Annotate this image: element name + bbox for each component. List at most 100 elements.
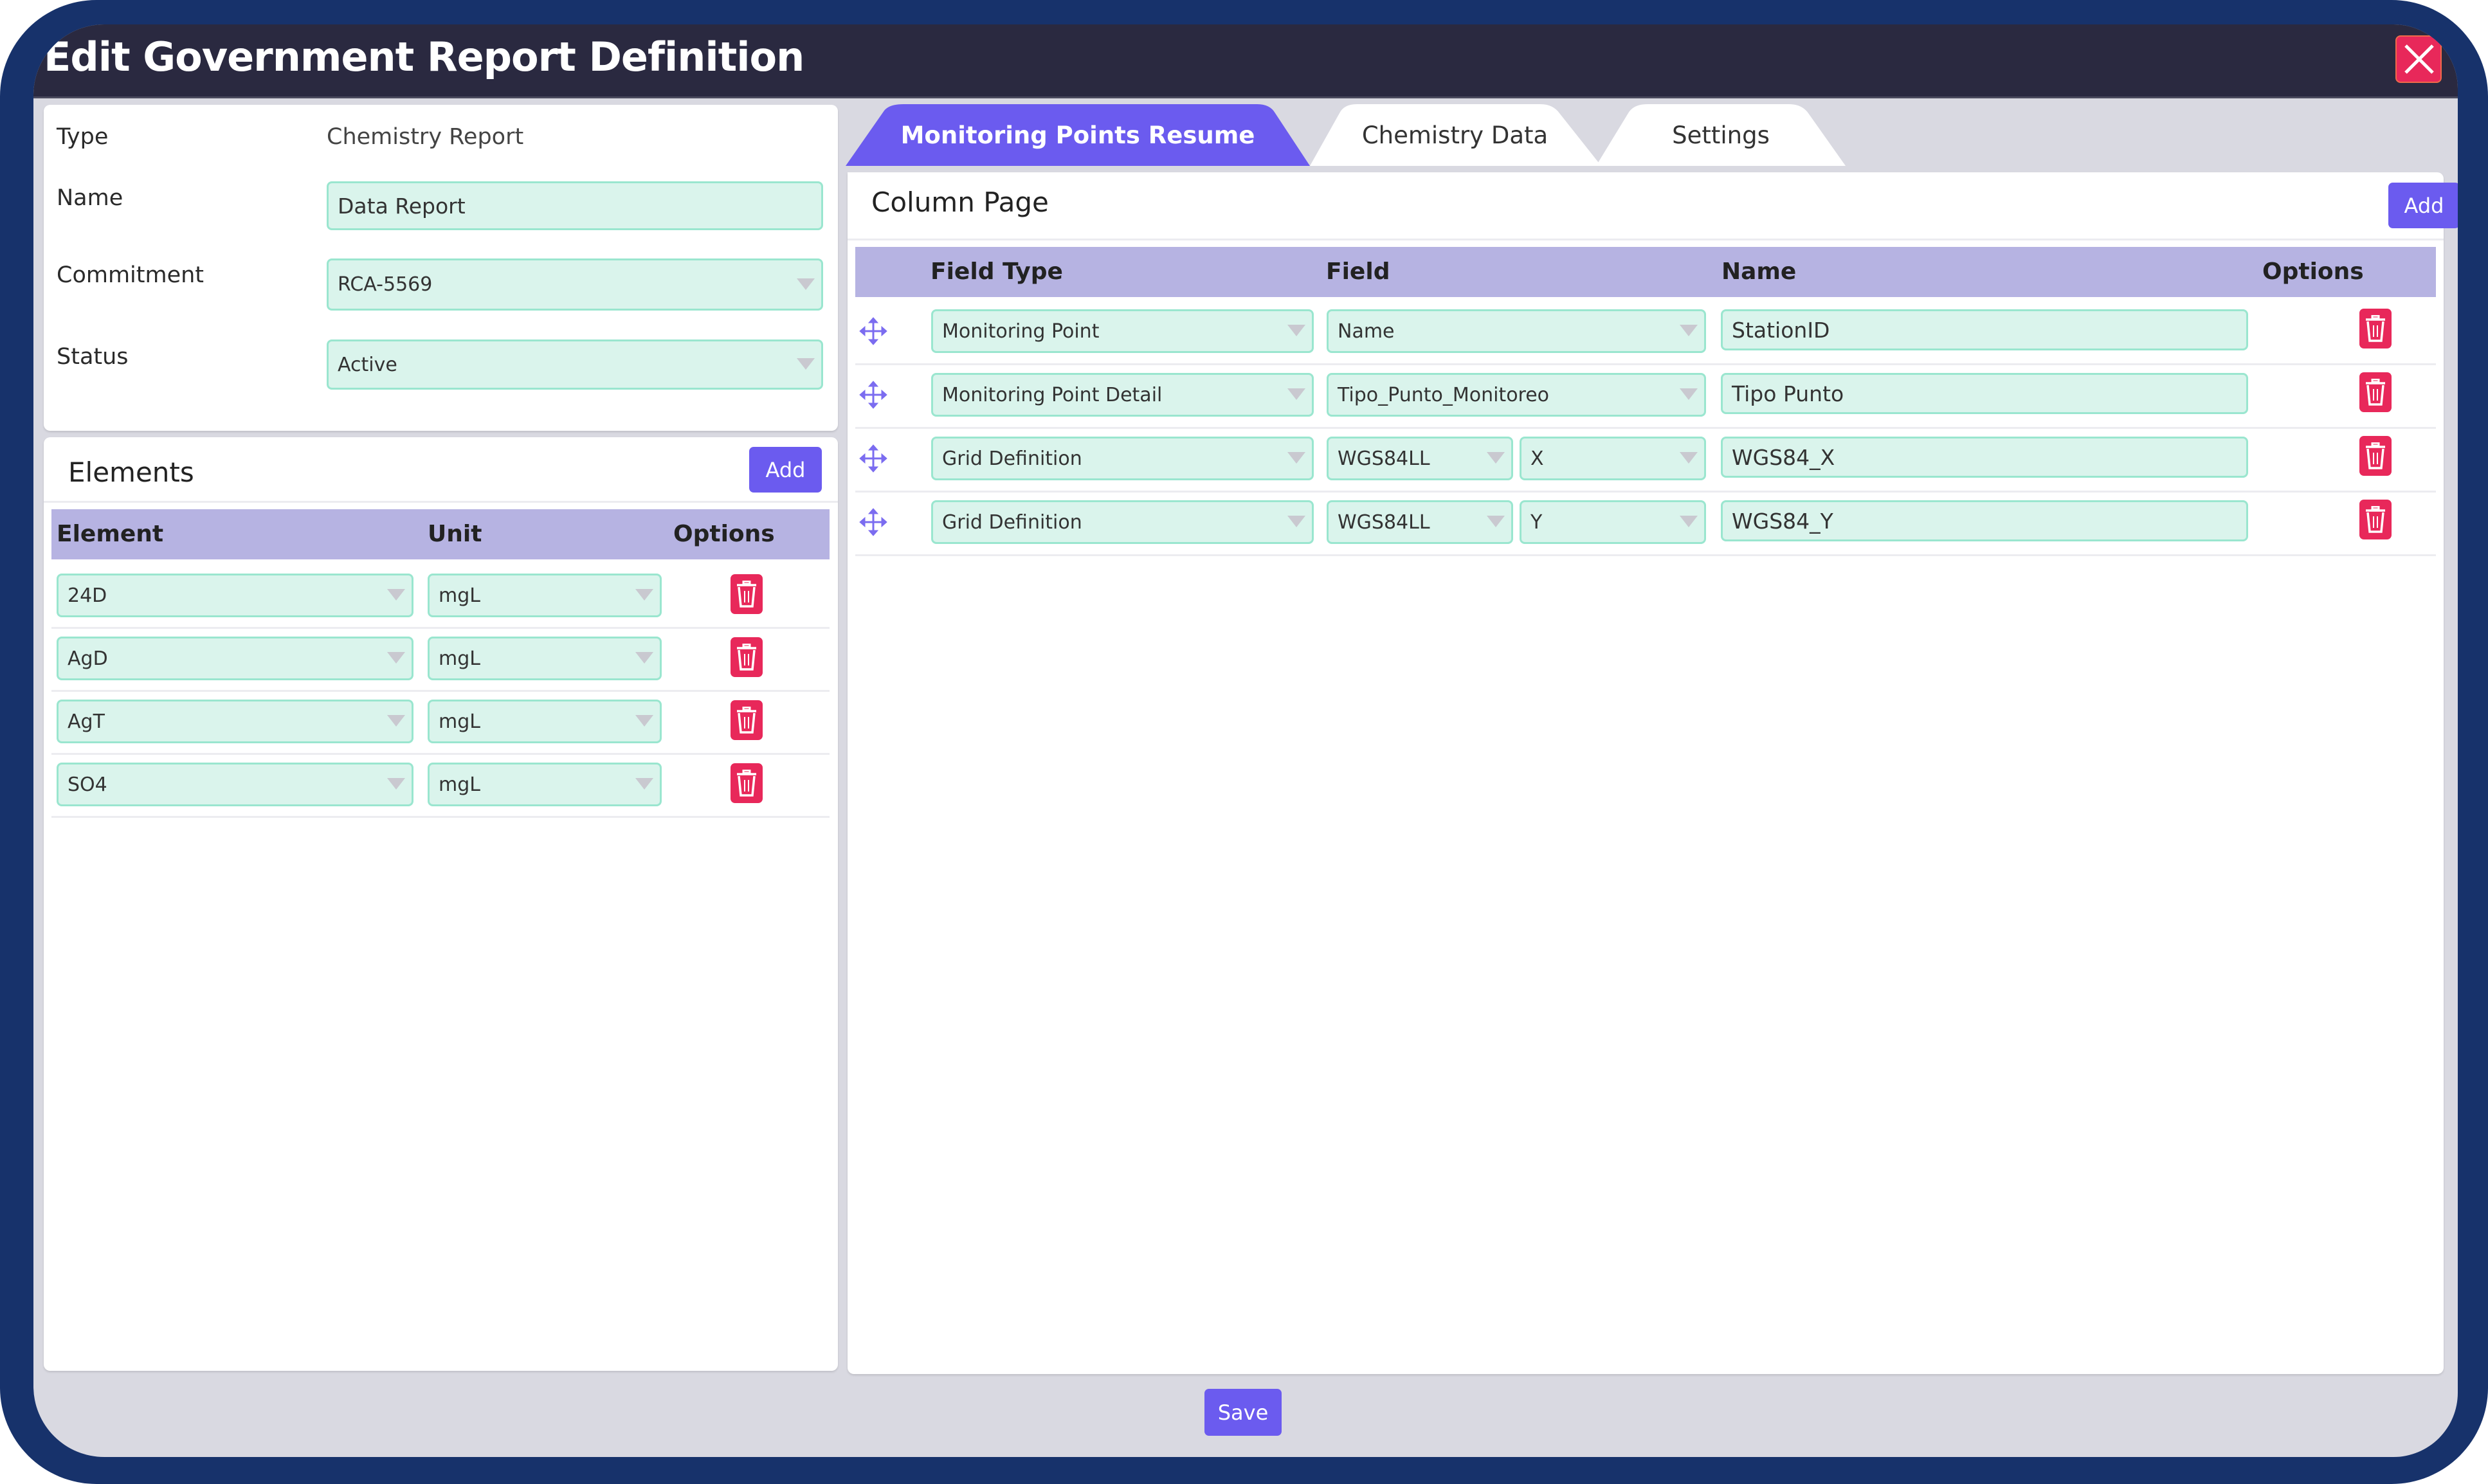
field-select-value: Tipo_Punto_Monitoreo [1338, 383, 1550, 406]
unit-select[interactable]: mgL [428, 700, 662, 743]
column-page-title: Column Page [871, 186, 1049, 218]
modal-title: Edit Government Report Definition [44, 33, 804, 80]
unit-select[interactable]: mgL [428, 637, 662, 680]
unit-select-value: mgL [439, 647, 480, 670]
status-select[interactable]: Active [327, 339, 823, 390]
name-input-value: Data Report [338, 193, 466, 219]
delete-column-button[interactable] [2359, 309, 2392, 348]
close-button[interactable] [2395, 35, 2442, 83]
column-name-value: Tipo Punto [1732, 381, 1844, 406]
field-select[interactable]: Name [1327, 309, 1706, 353]
field-type-select-value: Grid Definition [942, 447, 1082, 470]
row-divider [855, 491, 2436, 493]
field-type-select-value: Monitoring Point Detail [942, 383, 1163, 406]
row-divider [51, 753, 830, 755]
divider [848, 239, 2444, 240]
column-header-field-type: Field Type [931, 258, 1063, 285]
trash-icon [737, 770, 756, 797]
name-label: Name [57, 185, 123, 211]
column-name-input[interactable]: WGS84_X [1721, 437, 2248, 478]
tab-chemistry-data[interactable]: Chemistry Data [1283, 104, 1601, 166]
chevron-down-icon [1680, 388, 1698, 400]
field-select-value: WGS84LL [1338, 447, 1430, 470]
field-type-select[interactable]: Grid Definition [931, 437, 1314, 480]
column-table-header: Field Type Field Name Options [855, 247, 2436, 297]
column-header-name: Name [1721, 258, 1797, 285]
column-header-unit: Unit [428, 521, 482, 547]
trash-icon [2366, 315, 2385, 342]
add-element-button[interactable]: Add [749, 447, 822, 493]
field-type-select[interactable]: Monitoring Point [931, 309, 1314, 353]
delete-element-button[interactable] [731, 637, 763, 677]
drag-handle[interactable] [859, 444, 887, 473]
divider [44, 501, 838, 503]
commitment-select[interactable]: RCA-5569 [327, 258, 823, 311]
subfield-select[interactable]: X [1520, 437, 1706, 480]
column-name-input[interactable]: Tipo Punto [1721, 373, 2248, 414]
subfield-select-value: Y [1530, 511, 1543, 534]
row-divider [855, 363, 2436, 365]
chevron-down-icon [1287, 388, 1305, 400]
column-name-input[interactable]: WGS84_Y [1721, 500, 2248, 541]
element-select-value: SO4 [68, 773, 107, 796]
column-name-input[interactable]: StationID [1721, 309, 2248, 350]
name-input[interactable]: Data Report [327, 181, 823, 230]
element-select[interactable]: 24D [57, 574, 413, 617]
field-select[interactable]: WGS84LL [1327, 500, 1513, 544]
status-label: Status [57, 344, 129, 370]
element-select[interactable]: AgD [57, 637, 413, 680]
details-card: Type Chemistry Report Name Data Report C… [44, 105, 838, 431]
chevron-down-icon [1680, 452, 1698, 464]
save-button[interactable]: Save [1204, 1389, 1282, 1436]
elements-title: Elements [68, 457, 194, 488]
element-select[interactable]: AgT [57, 700, 413, 743]
field-type-select[interactable]: Grid Definition [931, 500, 1314, 544]
elements-card: Elements Add Element Unit Options 24D mg… [44, 437, 838, 1371]
trash-icon [737, 581, 756, 608]
element-select-value: AgD [68, 647, 108, 670]
element-select-value: AgT [68, 710, 105, 733]
tab-settings[interactable]: Settings [1596, 104, 1846, 166]
tab-label: Settings [1672, 121, 1770, 149]
subfield-select-value: X [1530, 447, 1544, 470]
element-select[interactable]: SO4 [57, 763, 413, 806]
delete-column-button[interactable] [2359, 372, 2392, 412]
delete-column-button[interactable] [2359, 500, 2392, 539]
title-bar: Edit Government Report Definition [33, 24, 2458, 98]
unit-select-value: mgL [439, 710, 480, 733]
row-divider [51, 816, 830, 818]
subfield-select[interactable]: Y [1520, 500, 1706, 544]
drag-handle[interactable] [859, 381, 887, 409]
unit-select[interactable]: mgL [428, 763, 662, 806]
tab-monitoring-points-resume[interactable]: Monitoring Points Resume [846, 104, 1310, 166]
unit-select-value: mgL [439, 584, 480, 607]
field-select[interactable]: WGS84LL [1327, 437, 1513, 480]
add-column-button[interactable]: Add [2388, 183, 2458, 228]
elements-table-header: Element Unit Options [51, 509, 830, 559]
row-divider [51, 690, 830, 692]
delete-element-button[interactable] [731, 763, 763, 803]
trash-icon [737, 644, 756, 671]
chevron-down-icon [797, 278, 815, 290]
delete-element-button[interactable] [731, 700, 763, 740]
column-header-element: Element [57, 521, 164, 547]
chevron-down-icon [1680, 516, 1698, 527]
delete-column-button[interactable] [2359, 436, 2392, 476]
column-header-field: Field [1326, 258, 1390, 285]
chevron-down-icon [1680, 325, 1698, 336]
chevron-down-icon [635, 652, 653, 664]
drag-handle[interactable] [859, 317, 887, 345]
unit-select[interactable]: mgL [428, 574, 662, 617]
column-header-options: Options [2262, 258, 2364, 285]
type-label: Type [57, 124, 109, 150]
drag-handle-icon [859, 381, 887, 409]
chevron-down-icon [1487, 516, 1505, 527]
field-select[interactable]: Tipo_Punto_Monitoreo [1327, 373, 1706, 417]
drag-handle[interactable] [859, 508, 887, 536]
chevron-down-icon [1487, 452, 1505, 464]
field-type-select[interactable]: Monitoring Point Detail [931, 373, 1314, 417]
delete-element-button[interactable] [731, 574, 763, 614]
unit-select-value: mgL [439, 773, 480, 796]
row-divider [51, 627, 830, 629]
drag-handle-icon [859, 508, 887, 536]
